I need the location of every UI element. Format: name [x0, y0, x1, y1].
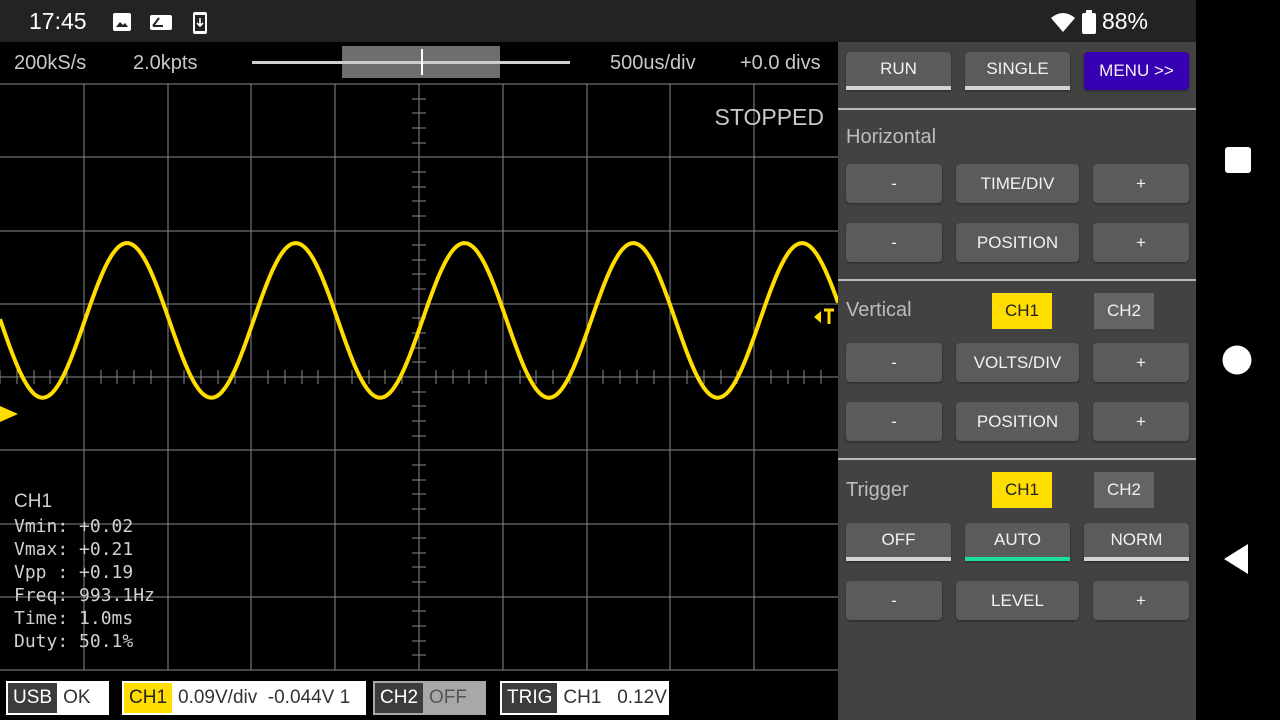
v-position-button[interactable]: POSITION [956, 402, 1079, 441]
trigger-off-button[interactable]: OFF [846, 523, 951, 561]
measurements-title: CH1 [14, 491, 53, 512]
status-bar: 17:45 88% [0, 0, 1196, 42]
vertical-section-title: Vertical [846, 299, 912, 321]
h-position-button[interactable]: POSITION [956, 223, 1079, 262]
volts-div-decrease-button[interactable]: - [846, 343, 942, 382]
measurement-time: Time: 1.0ms [14, 608, 134, 629]
sim-icon [150, 15, 172, 30]
vertical-ch1-select[interactable]: CH1 [992, 293, 1052, 329]
usb-value: OK [63, 687, 91, 708]
battery-level: 88% [1101, 8, 1148, 34]
run-button[interactable]: RUN [846, 52, 951, 90]
horizontal-section-title: Horizontal [846, 126, 937, 148]
volts-div-increase-button[interactable]: + [1093, 343, 1189, 382]
trig-tag: TRIG [502, 683, 558, 713]
trig-value: CH1 0.12V [563, 687, 667, 708]
ch2-status-badge[interactable]: CH2 OFF [373, 681, 486, 715]
scope-display[interactable]: 200kS/s 2.0kpts 500us/div +0.0 divs STOP… [0, 42, 838, 720]
measurement-duty: Duty: 50.1% [14, 631, 134, 652]
menu-button[interactable]: MENU >> [1084, 52, 1189, 90]
divider [838, 279, 1196, 281]
trigger-ch2-select[interactable]: CH2 [1094, 472, 1154, 508]
v-position-increase-button[interactable]: + [1093, 402, 1189, 441]
status-right: 88% [1050, 8, 1148, 35]
clock: 17:45 [29, 8, 87, 34]
trigger-level-increase-button[interactable]: + [1093, 581, 1189, 620]
usb-tag: USB [8, 683, 58, 713]
time-div-decrease-button[interactable]: - [846, 164, 942, 203]
wifi-icon [1050, 12, 1075, 32]
ch1-status-badge[interactable]: CH1 0.09V/div -0.044V 1 [122, 681, 366, 715]
v-position-decrease-button[interactable]: - [846, 402, 942, 441]
ch1-ground-marker-icon [0, 406, 18, 422]
time-div-increase-button[interactable]: + [1093, 164, 1189, 203]
trigger-status-badge[interactable]: TRIG CH1 0.12V [500, 681, 669, 715]
control-panel: RUN SINGLE MENU >> Horizontal - TIME/DIV… [838, 42, 1196, 720]
download-icon [193, 12, 207, 34]
back-icon[interactable] [1224, 544, 1248, 574]
trigger-level-button[interactable]: LEVEL [956, 581, 1079, 620]
status-badges: USB OK CH1 0.09V/div -0.044V 1 CH2 OFF T… [0, 676, 838, 720]
measurement-vpp: Vpp : +0.19 [14, 562, 134, 583]
trigger-auto-button[interactable]: AUTO [965, 523, 1070, 561]
ch1-tag: CH1 [124, 683, 173, 713]
ch1-value: 0.09V/div -0.044V 1 [178, 687, 351, 708]
home-icon[interactable] [1222, 345, 1252, 375]
h-position-increase-button[interactable]: + [1093, 223, 1189, 262]
measurement-vmax: Vmax: +0.21 [14, 539, 134, 560]
trigger-level-decrease-button[interactable]: - [846, 581, 942, 620]
time-div-button[interactable]: TIME/DIV [956, 164, 1079, 203]
measurement-vmin: Vmin: +0.02 [14, 516, 134, 537]
divider [838, 108, 1196, 110]
divider [838, 458, 1196, 460]
usb-status-badge: USB OK [6, 681, 109, 715]
single-button[interactable]: SINGLE [965, 52, 1070, 90]
battery-icon [1081, 9, 1096, 34]
recents-icon[interactable] [1225, 147, 1251, 173]
measurements-panel: CH1 Vmin: +0.02 Vmax: +0.21 Vpp : +0.19 … [14, 490, 155, 653]
vertical-ch2-select[interactable]: CH2 [1094, 293, 1154, 329]
ch2-value: OFF [429, 687, 468, 708]
trigger-ch1-select[interactable]: CH1 [992, 472, 1052, 508]
measurement-freq: Freq: 993.1Hz [14, 585, 155, 606]
image-icon [113, 13, 131, 31]
trigger-norm-button[interactable]: NORM [1084, 523, 1189, 561]
system-nav-bar [1196, 0, 1280, 720]
run-state-label: STOPPED [714, 104, 825, 130]
trigger-section-title: Trigger [846, 479, 909, 501]
h-position-decrease-button[interactable]: - [846, 223, 942, 262]
ch2-tag: CH2 [375, 683, 424, 713]
trigger-level-marker-icon [814, 308, 834, 324]
volts-div-button[interactable]: VOLTS/DIV [956, 343, 1079, 382]
